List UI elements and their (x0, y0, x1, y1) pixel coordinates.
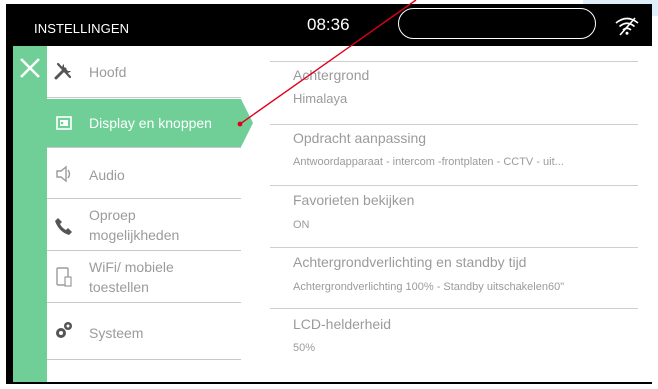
menu-label-wifi-mobiele-toestellen: WiFi/ mobiele toestellen (89, 259, 174, 295)
mobile-device-icon (56, 267, 72, 287)
clock-time: 08:36 (307, 15, 350, 34)
setting-title: Achtergrond (293, 67, 370, 83)
menu-label-oproep-mogelijkheden: Oproep mogelijkheden (89, 207, 180, 243)
divider (270, 185, 638, 186)
setting-value: Himalaya (293, 91, 348, 106)
side-green-bar (13, 46, 47, 382)
wrench-icon (54, 62, 72, 80)
setting-title: Favorieten bekijken (293, 192, 415, 208)
setting-title: Achtergrondverlichting en standby tijd (293, 254, 527, 270)
active-item-arrow (241, 99, 253, 147)
menu-item-display-en-knoppen[interactable]: Display en knoppen (47, 99, 253, 147)
menu-label-audio: Audio (89, 167, 125, 183)
menu-label-display-en-knoppen: Display en knoppen (89, 115, 212, 131)
menu-label-hoofd: Hoofd (89, 64, 127, 80)
page-title: INSTELLINGEN (34, 21, 130, 36)
divider (270, 247, 638, 248)
setting-title: Opdracht aanpassing (293, 130, 427, 146)
menu-item-oproep-mogelijkheden[interactable]: Oproep mogelijkheden (47, 199, 241, 251)
menu-item-wifi-mobiele-toestellen[interactable]: WiFi/ mobiele toestellen (47, 251, 241, 303)
setting-value: ON (293, 219, 310, 231)
divider (270, 124, 638, 125)
phone-icon (55, 218, 72, 235)
menu-item-hoofd[interactable]: Hoofd (47, 46, 241, 98)
menu-item-audio[interactable]: Audio (47, 147, 241, 199)
gears-icon (56, 322, 72, 338)
setting-title: LCD-helderheid (293, 316, 392, 332)
setting-value: 50% (293, 342, 316, 354)
close-icon[interactable] (18, 56, 42, 80)
status-pill[interactable] (398, 8, 596, 39)
divider (270, 308, 638, 309)
menu-label-systeem: Systeem (89, 325, 144, 341)
menu-item-systeem[interactable]: Systeem (47, 303, 241, 360)
speaker-icon (56, 165, 71, 183)
setting-value: Achtergrondverlichting 100% - Standby ui… (293, 281, 565, 293)
divider (270, 61, 638, 62)
setting-value: Antwoordapparaat - intercom -frontplaten… (293, 156, 564, 168)
display-icon (56, 116, 72, 130)
wifi-off-icon[interactable] (614, 16, 640, 36)
